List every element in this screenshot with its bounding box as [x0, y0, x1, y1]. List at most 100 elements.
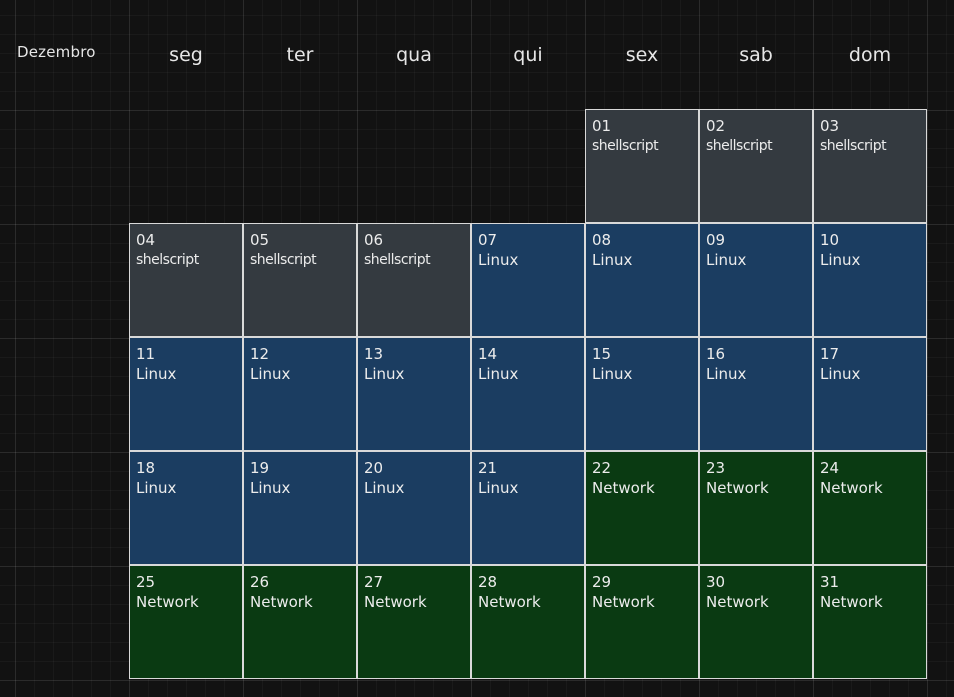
day-topic: Network [820, 479, 883, 497]
day-number: 12 [250, 345, 270, 363]
day-topic: shellscript [592, 138, 659, 154]
day-cell-27[interactable]: 27 Network [357, 565, 471, 679]
day-topic: Linux [364, 365, 405, 383]
day-number: 06 [364, 231, 384, 249]
day-topic: shellscript [364, 252, 431, 268]
weekday-header-sab: sab [739, 44, 773, 66]
day-number: 03 [820, 117, 840, 135]
day-cell-05[interactable]: 05 shellscript [243, 223, 357, 337]
day-cell-19[interactable]: 19 Linux [243, 451, 357, 565]
day-topic: Linux [250, 365, 291, 383]
weekday-header-ter: ter [286, 44, 314, 66]
day-topic: Linux [820, 251, 861, 269]
day-topic: Network [706, 479, 769, 497]
day-number: 19 [250, 459, 270, 477]
day-number: 05 [250, 231, 270, 249]
day-number: 14 [478, 345, 498, 363]
day-topic: Linux [250, 479, 291, 497]
day-cell-25[interactable]: 25 Network [129, 565, 243, 679]
day-cell-06[interactable]: 06 shellscript [357, 223, 471, 337]
day-cell-02[interactable]: 02 shellscript [699, 109, 813, 223]
day-topic: Linux [478, 479, 519, 497]
day-cell-31[interactable]: 31 Network [813, 565, 927, 679]
day-cell-10[interactable]: 10 Linux [813, 223, 927, 337]
day-cell-23[interactable]: 23 Network [699, 451, 813, 565]
day-cell-26[interactable]: 26 Network [243, 565, 357, 679]
day-topic: Linux [706, 251, 747, 269]
day-cell-15[interactable]: 15 Linux [585, 337, 699, 451]
day-cell-17[interactable]: 17 Linux [813, 337, 927, 451]
day-cell-24[interactable]: 24 Network [813, 451, 927, 565]
day-topic: Network [706, 593, 769, 611]
day-cell-20[interactable]: 20 Linux [357, 451, 471, 565]
weekday-header-qui: qui [513, 44, 543, 66]
day-number: 21 [478, 459, 498, 477]
day-number: 09 [706, 231, 726, 249]
day-cell-13[interactable]: 13 Linux [357, 337, 471, 451]
day-number: 22 [592, 459, 612, 477]
day-cell-03[interactable]: 03 shellscript [813, 109, 927, 223]
day-cell-04[interactable]: 04 shelscript [129, 223, 243, 337]
day-cell-18[interactable]: 18 Linux [129, 451, 243, 565]
day-topic: Network [250, 593, 313, 611]
day-number: 10 [820, 231, 840, 249]
day-number: 24 [820, 459, 840, 477]
day-topic: Linux [478, 365, 519, 383]
day-topic: shellscript [250, 252, 317, 268]
day-topic: Linux [592, 365, 633, 383]
day-cell-01[interactable]: 01 shellscript [585, 109, 699, 223]
day-cell-21[interactable]: 21 Linux [471, 451, 585, 565]
day-cell-30[interactable]: 30 Network [699, 565, 813, 679]
day-topic: Linux [592, 251, 633, 269]
whiteboard-canvas[interactable]: Dezembro seg ter qua qui sex sab dom 01 … [0, 0, 954, 697]
day-number: 04 [136, 231, 156, 249]
day-topic: Network [820, 593, 883, 611]
day-number: 07 [478, 231, 498, 249]
day-number: 11 [136, 345, 156, 363]
day-number: 02 [706, 117, 726, 135]
day-number: 30 [706, 573, 726, 591]
day-number: 01 [592, 117, 612, 135]
day-topic: shelscript [136, 252, 199, 268]
day-topic: Network [592, 593, 655, 611]
day-topic: Network [136, 593, 199, 611]
day-topic: Linux [478, 251, 519, 269]
day-cell-12[interactable]: 12 Linux [243, 337, 357, 451]
day-number: 18 [136, 459, 156, 477]
day-cell-28[interactable]: 28 Network [471, 565, 585, 679]
day-topic: Linux [364, 479, 405, 497]
weekday-header-qua: qua [396, 44, 432, 66]
day-number: 25 [136, 573, 156, 591]
day-number: 27 [364, 573, 384, 591]
day-number: 08 [592, 231, 612, 249]
weekday-header-sex: sex [625, 44, 659, 66]
day-cell-08[interactable]: 08 Linux [585, 223, 699, 337]
day-cell-07[interactable]: 07 Linux [471, 223, 585, 337]
day-number: 13 [364, 345, 384, 363]
day-topic: Linux [820, 365, 861, 383]
day-number: 26 [250, 573, 270, 591]
day-topic: shellscript [820, 138, 887, 154]
day-topic: Network [478, 593, 541, 611]
day-cell-16[interactable]: 16 Linux [699, 337, 813, 451]
day-cell-22[interactable]: 22 Network [585, 451, 699, 565]
day-number: 28 [478, 573, 498, 591]
day-number: 16 [706, 345, 726, 363]
day-topic: Network [364, 593, 427, 611]
weekday-header-dom: dom [848, 44, 892, 66]
day-cell-14[interactable]: 14 Linux [471, 337, 585, 451]
calendar-grid: 01 shellscript 02 shellscript 03 shellsc… [129, 109, 929, 680]
day-cell-11[interactable]: 11 Linux [129, 337, 243, 451]
day-number: 31 [820, 573, 840, 591]
day-topic: Linux [136, 479, 177, 497]
day-topic: Network [592, 479, 655, 497]
weekday-header-seg: seg [169, 44, 203, 66]
day-cell-29[interactable]: 29 Network [585, 565, 699, 679]
day-number: 23 [706, 459, 726, 477]
day-number: 20 [364, 459, 384, 477]
day-number: 29 [592, 573, 612, 591]
day-topic: shellscript [706, 138, 773, 154]
day-topic: Linux [706, 365, 747, 383]
day-cell-09[interactable]: 09 Linux [699, 223, 813, 337]
month-label: Dezembro [17, 43, 96, 61]
